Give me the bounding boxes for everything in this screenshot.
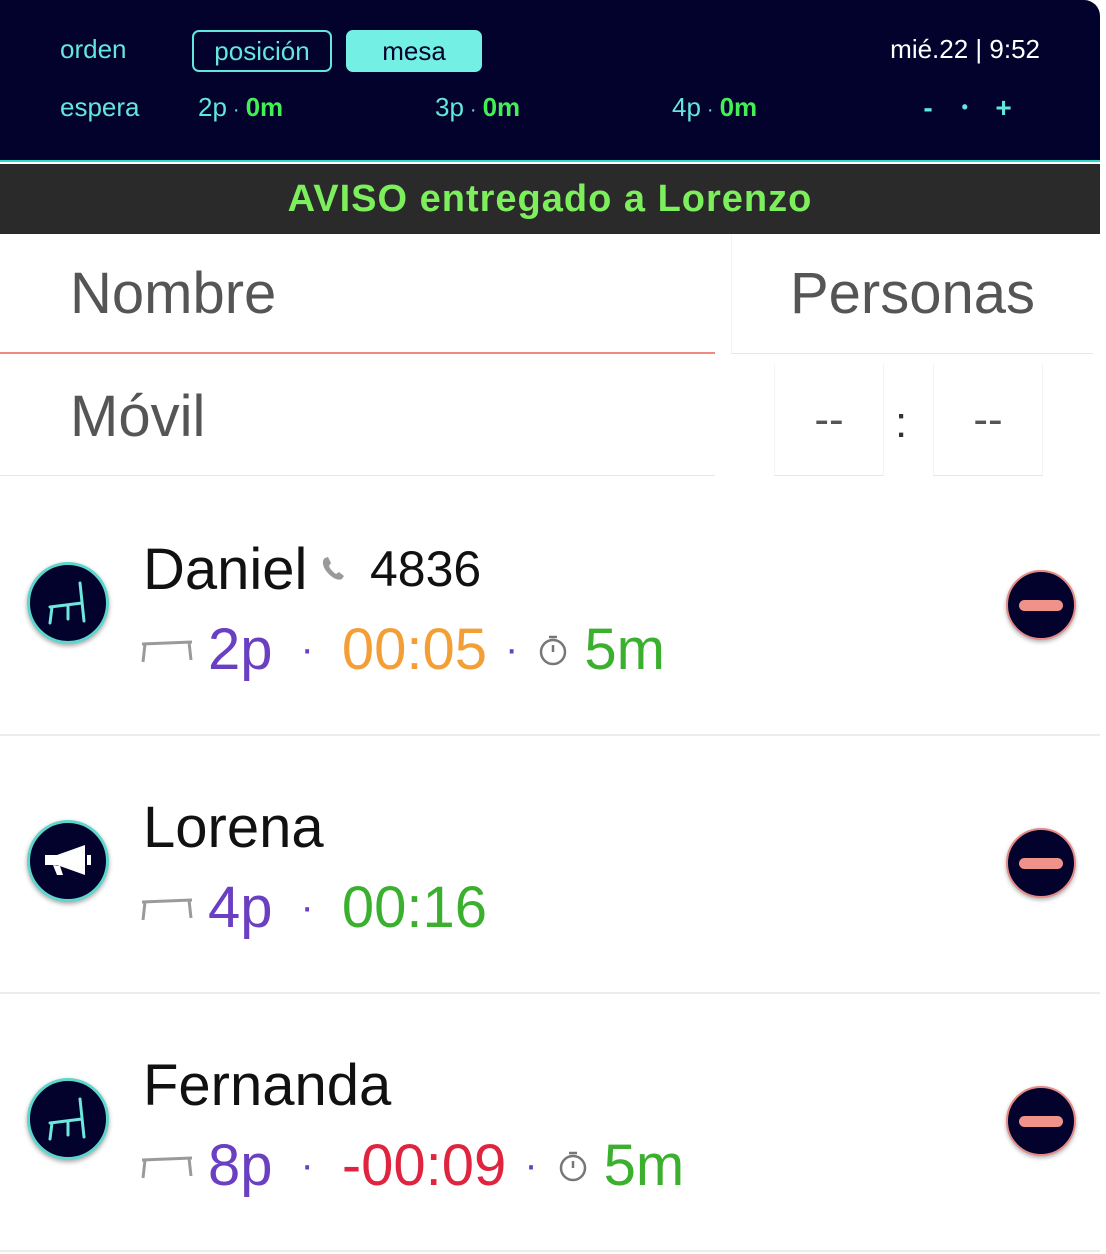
- separator-dot: ·: [524, 1143, 538, 1187]
- table-icon: [141, 1156, 193, 1178]
- mobile-input[interactable]: [0, 358, 715, 476]
- chair-icon: [48, 581, 86, 625]
- elapsed-time: -00:09: [341, 1133, 507, 1198]
- wait-stat-3p: 3p · 0m: [435, 92, 520, 123]
- guest-name: Lorena: [143, 795, 324, 860]
- elapsed-time: 00:05: [341, 617, 487, 682]
- separator-dot: ·: [300, 1143, 314, 1187]
- sort-position-button[interactable]: posición: [192, 30, 332, 72]
- zoom-out-button[interactable]: -: [918, 92, 938, 124]
- minus-icon: [1019, 1115, 1063, 1127]
- order-label: orden: [60, 34, 127, 64]
- wait-time: 5m: [584, 617, 665, 682]
- party-size: 8p: [208, 1133, 273, 1198]
- guest-list: Daniel 4836 2p · 00:05 · 5m Lorena 4p · …: [0, 478, 1100, 1252]
- wait-stat-2p: 2p · 0m: [198, 92, 283, 123]
- top-bar: orden posición mesa mié.22 | 9:52 espera…: [0, 0, 1100, 162]
- table-icon: [141, 898, 193, 920]
- guest-row: Fernanda 8p · -00:09 · 5m: [0, 994, 1100, 1252]
- minus-icon: [1019, 599, 1063, 611]
- wait-minutes: 0m: [482, 92, 521, 122]
- status-button[interactable]: [27, 1078, 109, 1160]
- add-guest-form: :: [0, 234, 1100, 478]
- separator-dot: ·: [300, 885, 314, 929]
- time-separator: :: [895, 398, 908, 447]
- guest-info: 4p · 00:16: [140, 874, 487, 941]
- remove-guest-button[interactable]: [1006, 1086, 1076, 1156]
- name-input[interactable]: [0, 234, 715, 354]
- wait-label: espera: [60, 92, 140, 122]
- wait-sep: ·: [706, 99, 714, 121]
- wait-time: 5m: [603, 1133, 685, 1198]
- chair-icon: [48, 1097, 86, 1141]
- wait-minutes: 0m: [719, 92, 758, 122]
- notice-banner: AVISO entregado a Lorenzo: [0, 164, 1100, 234]
- zoom-controls: - • +: [918, 92, 1016, 124]
- party-size: 4p: [208, 875, 273, 940]
- wait-sep: ·: [232, 99, 240, 121]
- table-icon: [141, 640, 193, 662]
- stopwatch-icon: [556, 1149, 590, 1183]
- wait-minutes: 0m: [245, 92, 284, 122]
- elapsed-time: 00:16: [341, 875, 487, 940]
- wait-party: 3p: [435, 92, 464, 122]
- status-button[interactable]: [27, 562, 109, 644]
- guest-row: Daniel 4836 2p · 00:05 · 5m: [0, 478, 1100, 736]
- zoom-indicator: •: [961, 97, 968, 117]
- separator-dot: ·: [505, 627, 519, 671]
- remove-guest-button[interactable]: [1006, 570, 1076, 640]
- sort-table-button[interactable]: mesa: [346, 30, 482, 72]
- phone-icon: [322, 557, 344, 580]
- guest-row: Lorena 4p · 00:16: [0, 736, 1100, 994]
- guest-phone: 4836: [318, 540, 481, 598]
- hour-input[interactable]: [774, 364, 884, 476]
- remove-guest-button[interactable]: [1006, 828, 1076, 898]
- minute-input[interactable]: [933, 364, 1043, 476]
- guest-info: 8p · -00:09 · 5m: [140, 1132, 684, 1199]
- wait-party: 2p: [198, 92, 227, 122]
- megaphone-icon: [45, 845, 91, 875]
- party-size-input[interactable]: [731, 234, 1093, 354]
- minus-icon: [1019, 857, 1063, 869]
- guest-name: Fernanda: [143, 1053, 392, 1118]
- guest-name: Daniel: [143, 537, 308, 602]
- wait-stat-4p: 4p · 0m: [672, 92, 757, 123]
- phone-number: 4836: [370, 541, 482, 597]
- status-button[interactable]: [27, 820, 109, 902]
- wait-sep: ·: [469, 99, 477, 121]
- separator-dot: ·: [300, 627, 314, 671]
- party-size: 2p: [208, 617, 273, 682]
- zoom-in-button[interactable]: +: [992, 92, 1016, 124]
- wait-party: 4p: [672, 92, 701, 122]
- date-time: mié.22 | 9:52: [890, 34, 1040, 64]
- guest-info: 2p · 00:05 · 5m: [140, 616, 665, 683]
- stopwatch-icon: [536, 633, 570, 667]
